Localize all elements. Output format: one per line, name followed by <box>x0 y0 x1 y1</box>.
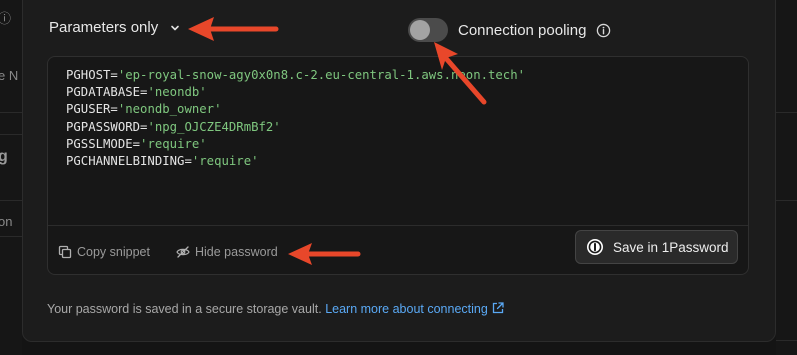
background-text: g <box>0 148 8 165</box>
hide-password-button[interactable]: Hide password <box>176 245 278 259</box>
background-info-icon: ⓘ <box>0 11 12 26</box>
info-icon[interactable] <box>596 23 611 38</box>
background-panel-left: ⓘ e N g on <box>0 0 22 355</box>
connection-pooling-label: Connection pooling <box>458 21 587 39</box>
toggle-knob <box>410 20 430 40</box>
save-in-1password-button[interactable]: Save in 1Password <box>575 230 738 264</box>
connection-mode-dropdown[interactable]: Parameters only <box>49 19 180 36</box>
background-divider <box>0 134 22 135</box>
background-divider <box>776 340 797 341</box>
connect-modal: Parameters only Connection pooling PGHOS… <box>22 0 776 342</box>
save-in-1password-label: Save in 1Password <box>613 239 729 255</box>
connection-pooling-control: Connection pooling <box>408 18 611 42</box>
password-note-text: Your password is saved in a secure stora… <box>47 302 322 316</box>
connection-snippet: PGHOST='ep-royal-snow-agy0x0n8.c-2.eu-ce… <box>66 67 525 170</box>
connection-pooling-toggle[interactable] <box>408 18 448 42</box>
learn-more-link[interactable]: Learn more about connecting <box>325 302 505 316</box>
chevron-down-icon <box>171 25 180 30</box>
background-divider <box>776 200 797 201</box>
snippet-line: PGSSLMODE='require' <box>66 136 207 151</box>
password-note: Your password is saved in a secure stora… <box>47 301 505 316</box>
1password-icon <box>587 239 603 255</box>
snippet-line: PGDATABASE='neondb' <box>66 85 207 100</box>
snippet-line: PGPASSWORD='npg_OJCZE4DRmBf2' <box>66 119 281 134</box>
snippet-footer: Copy snippet Hide password Save in 1Pass… <box>48 225 748 274</box>
copy-snippet-button[interactable]: Copy snippet <box>58 245 150 259</box>
hide-password-label: Hide password <box>195 245 278 259</box>
eye-off-icon <box>176 246 190 258</box>
copy-icon <box>58 245 72 259</box>
snippet-line: PGCHANNELBINDING='require' <box>66 154 259 169</box>
snippet-line: PGHOST='ep-royal-snow-agy0x0n8.c-2.eu-ce… <box>66 68 526 82</box>
background-panel-right <box>776 0 797 355</box>
background-divider <box>0 200 22 201</box>
connection-snippet-box: PGHOST='ep-royal-snow-agy0x0n8.c-2.eu-ce… <box>47 56 749 275</box>
copy-snippet-label: Copy snippet <box>77 245 150 259</box>
background-text: e N <box>0 68 19 83</box>
snippet-line: PGUSER='neondb_owner' <box>66 102 222 117</box>
background-text: on <box>0 214 13 229</box>
connection-mode-label: Parameters only <box>49 19 159 36</box>
background-divider <box>776 112 797 113</box>
external-link-icon <box>492 302 504 314</box>
background-divider <box>0 112 22 113</box>
background-divider <box>0 236 22 237</box>
